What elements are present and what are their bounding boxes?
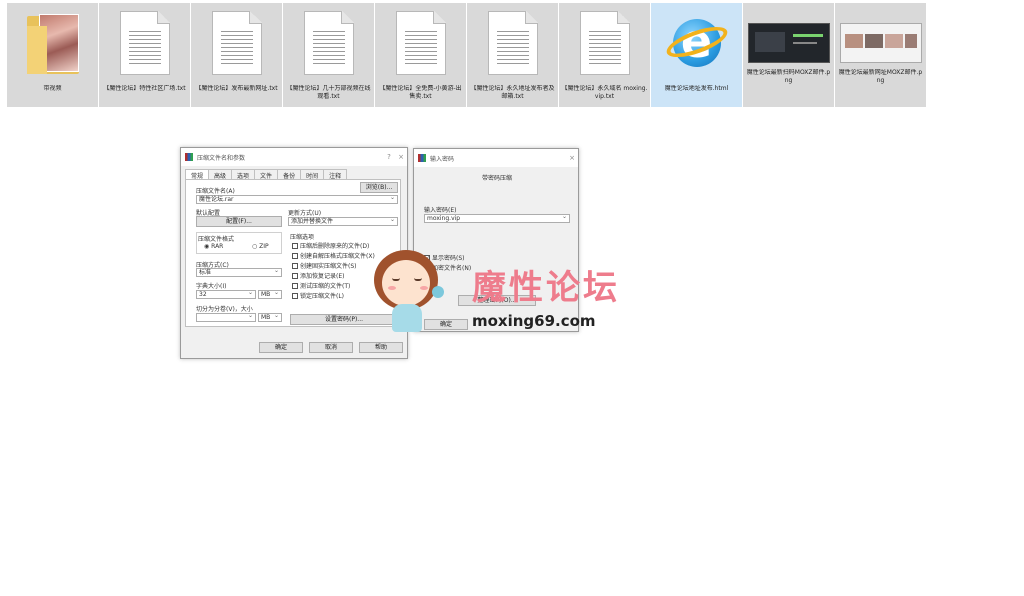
text-file-icon <box>389 7 453 79</box>
folder-icon <box>21 7 85 79</box>
mascot-girl-icon <box>368 246 446 336</box>
archive-name-label: 压缩文件名(A) <box>196 188 235 195</box>
dict-select[interactable]: 32 <box>196 289 256 299</box>
watermark-url: moxing69.com <box>472 312 596 330</box>
winrar-icon <box>185 153 193 161</box>
text-file-icon <box>481 7 545 79</box>
winrar-icon <box>418 154 426 162</box>
file-item-txt[interactable]: 【魔性论坛】特性社区广场.txt <box>99 3 190 107</box>
file-item-folder[interactable]: 带视频 <box>7 3 98 107</box>
help-button[interactable]: 帮助 <box>359 342 403 353</box>
image-thumbnail-icon <box>839 23 922 63</box>
cancel-button[interactable]: 取消 <box>309 342 353 353</box>
text-file-icon <box>113 7 177 79</box>
image-thumbnail-icon <box>747 23 830 63</box>
update-mode-select[interactable]: 添加并替换文件 <box>288 216 398 226</box>
method-select[interactable]: 标准 <box>196 267 282 277</box>
help-icon[interactable]: ? <box>383 153 395 161</box>
option-recovery[interactable]: 添加恢复记录(E) <box>292 271 344 280</box>
browse-button[interactable]: 浏览(B)... <box>360 182 398 193</box>
file-name: 【魔性论坛】全免费-小黄游-出售卖.txt <box>379 85 462 100</box>
options-label: 压缩选项 <box>290 234 315 241</box>
password-dialog-title: 输入密码 <box>430 155 455 163</box>
file-item-html[interactable]: e 魔性论坛地址发布.html <box>651 3 742 107</box>
text-file-icon <box>205 7 269 79</box>
dict-label: 字典大小(I) <box>196 283 227 290</box>
file-item-txt[interactable]: 【魔性论坛】发布最新网址.txt <box>191 3 282 107</box>
desktop-screen: 带视频 【魔性论坛】特性社区广场.txt 【魔性论坛】发布最新网址.txt 【魔… <box>0 0 1024 596</box>
format-label: 压缩文件格式 <box>198 236 235 243</box>
option-delete-after[interactable]: 压缩后删除原来的文件(D) <box>292 241 369 250</box>
ok-button[interactable]: 确定 <box>259 342 303 353</box>
split-unit-select[interactable]: MB <box>258 312 282 322</box>
file-name: 【魔性论坛】特性社区广场.txt <box>103 85 186 92</box>
text-file-icon <box>297 7 361 79</box>
file-name: 魔性论坛最新扫码MOXZ邮件.png <box>746 69 831 84</box>
close-icon[interactable]: × <box>566 154 578 162</box>
watermark: 魔性论坛 moxing69.com <box>368 246 638 336</box>
format-rar-radio[interactable]: ◉ RAR <box>204 243 223 250</box>
option-solid[interactable]: 创建固实压缩文件(S) <box>292 261 357 270</box>
file-list: 带视频 【魔性论坛】特性社区广场.txt 【魔性论坛】发布最新网址.txt 【魔… <box>7 3 927 107</box>
text-file-icon <box>573 7 637 79</box>
internet-explorer-icon: e <box>662 7 731 79</box>
file-item-png[interactable]: 魔性论坛最新扫码MOXZ邮件.png <box>743 3 834 107</box>
file-item-txt[interactable]: 【魔性论坛】永久地址发布者及邮箱.txt <box>467 3 558 107</box>
update-mode-label: 更新方式(U) <box>288 210 322 217</box>
option-lock[interactable]: 锁定压缩文件(L) <box>292 291 344 300</box>
file-item-txt[interactable]: 【魔性论坛】全免费-小黄游-出售卖.txt <box>375 3 466 107</box>
password-input[interactable]: moxing.vip <box>424 213 570 223</box>
split-size-select[interactable] <box>196 312 256 322</box>
archive-dialog-titlebar[interactable]: 压缩文件名和参数 ? × <box>181 148 407 166</box>
file-item-txt[interactable]: 【魔性论坛】几十万部视频在线观看.txt <box>283 3 374 107</box>
file-name: 魔性论坛地址发布.html <box>664 85 729 92</box>
file-name: 【魔性论坛】发布最新网址.txt <box>195 85 278 92</box>
file-name: 带视频 <box>43 85 62 92</box>
watermark-title: 魔性论坛 <box>472 268 620 308</box>
close-icon[interactable]: × <box>395 153 407 161</box>
option-sfx[interactable]: 创建自解压格式压缩文件(X) <box>292 251 375 260</box>
file-name: 魔性论坛最新网址MOXZ邮件.png <box>838 69 923 84</box>
profiles-button[interactable]: 配置(F)... <box>196 216 282 227</box>
file-name: 【魔性论坛】几十万部视频在线观看.txt <box>286 85 371 100</box>
password-label: 输入密码(E) <box>424 207 457 214</box>
file-name: 【魔性论坛】永久地址发布者及邮箱.txt <box>470 85 555 100</box>
file-item-txt[interactable]: 【魔性论坛】永久域名 moxing.vip.txt <box>559 3 650 107</box>
file-name: 【魔性论坛】永久域名 moxing.vip.txt <box>561 85 648 100</box>
dict-unit-select[interactable]: MB <box>258 289 282 299</box>
archive-name-input[interactable]: 魔性论坛.rar <box>196 194 398 204</box>
format-zip-radio[interactable]: ○ ZIP <box>252 243 269 250</box>
archive-dialog-title: 压缩文件名和参数 <box>197 154 246 162</box>
split-label: 切分为分卷(V)，大小 <box>196 306 253 313</box>
password-dialog-heading: 带密码压缩 <box>481 175 512 182</box>
password-dialog-titlebar[interactable]: 输入密码 × <box>414 149 578 167</box>
file-item-png[interactable]: 魔性论坛最新网址MOXZ邮件.png <box>835 3 926 107</box>
option-test[interactable]: 测试压缩的文件(T) <box>292 281 350 290</box>
